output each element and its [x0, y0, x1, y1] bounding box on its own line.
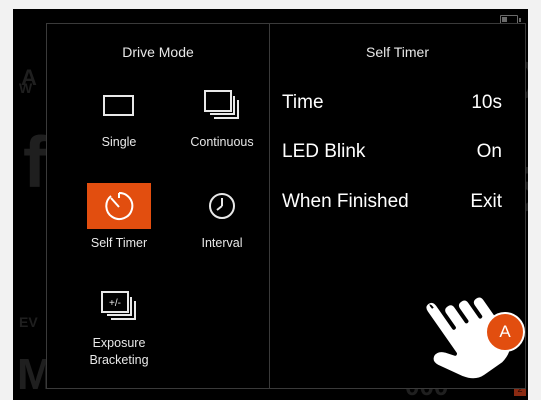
mode-self-timer[interactable]: Self Timer	[69, 183, 169, 252]
setting-when-finished[interactable]: When Finished Exit	[282, 190, 502, 214]
setting-value: 10s	[471, 92, 502, 113]
exposure-bracketing-icon: +/-	[87, 283, 151, 329]
setting-label: LED Blink	[282, 141, 366, 162]
single-frame-icon	[87, 82, 151, 128]
mode-label: Self Timer	[90, 236, 148, 250]
setting-label: Time	[282, 92, 324, 113]
mode-label: Interval	[201, 236, 243, 250]
mode-label: Exposure Bracketing	[89, 336, 149, 367]
svg-text:+/-: +/-	[109, 298, 121, 309]
annotation-marker: A	[485, 312, 525, 352]
self-timer-icon	[87, 183, 151, 229]
mode-label: Continuous	[190, 135, 254, 149]
continuous-frames-icon	[190, 82, 254, 128]
setting-value: Exit	[470, 191, 502, 212]
interval-clock-icon	[190, 183, 254, 229]
mode-label: Single	[101, 135, 137, 149]
mode-continuous[interactable]: Continuous	[172, 82, 272, 151]
mode-single[interactable]: Single	[69, 82, 169, 151]
mode-interval[interactable]: Interval	[172, 183, 272, 252]
mode-exposure-bracketing[interactable]: +/- Exposure Bracketing	[69, 283, 169, 369]
setting-value: On	[476, 141, 502, 162]
bg-info-ev: EV	[19, 314, 38, 330]
annotation-marker-label: A	[499, 322, 511, 341]
setting-led-blink[interactable]: LED Blink On	[282, 140, 502, 164]
self-timer-title: Self Timer	[365, 44, 429, 60]
bg-info-aperture: f	[23, 123, 47, 203]
drive-mode-title: Drive Mode	[122, 44, 194, 60]
setting-label: When Finished	[282, 191, 409, 212]
bg-info-w: W	[19, 80, 33, 96]
setting-time[interactable]: Time 10s	[282, 91, 502, 115]
